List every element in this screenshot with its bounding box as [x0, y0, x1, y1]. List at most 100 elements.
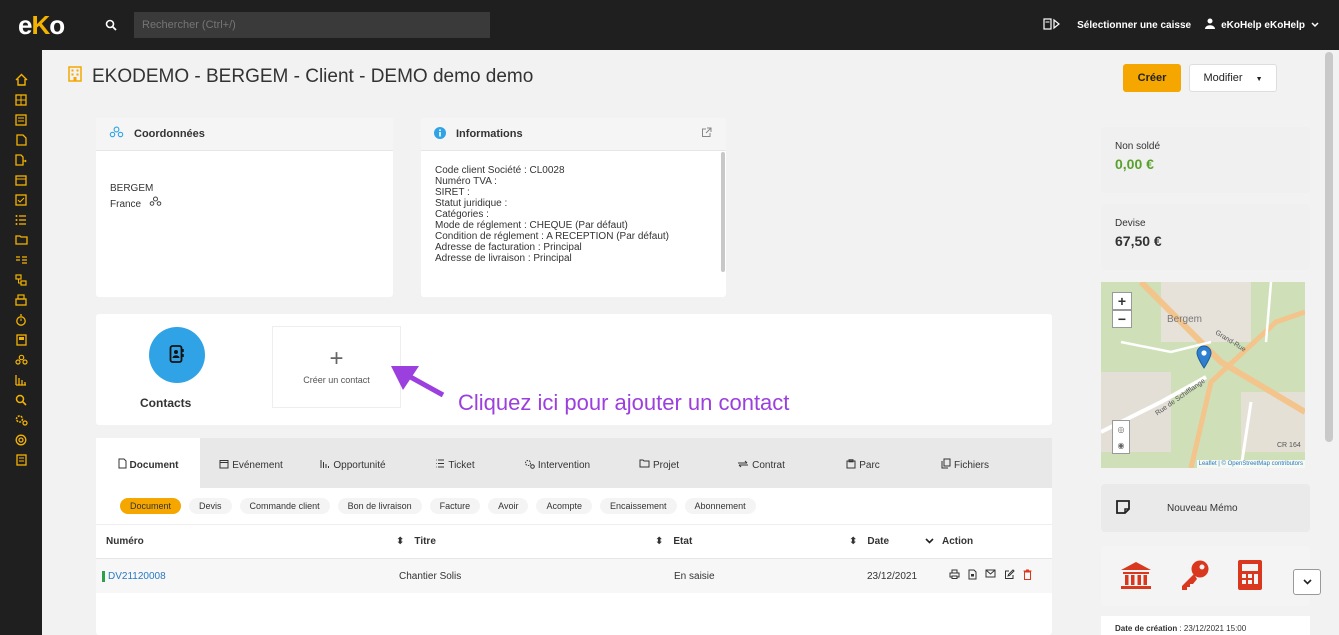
stats-icon[interactable]: [13, 372, 29, 387]
calendar-icon[interactable]: [13, 172, 29, 187]
search-icon[interactable]: [98, 12, 124, 38]
ticket-list-icon: [435, 459, 445, 471]
map-attribution[interactable]: Leaflet | © OpenStreetMap contributors: [1196, 460, 1305, 468]
table-header: Numéro ⬍ Titre ⬍ Etat ⬍ Date Action: [96, 525, 1052, 559]
devise-value: 67,50 €: [1115, 233, 1162, 249]
filter-chip[interactable]: Document: [120, 498, 182, 514]
tab-label: Contrat: [752, 459, 785, 471]
map-layer-button[interactable]: ◎ ◉: [1112, 420, 1130, 454]
info-line: Adresse de livraison : Principal: [435, 253, 726, 264]
calendar-icon: [219, 459, 229, 472]
header-action-group[interactable]: Action: [925, 536, 973, 547]
filter-chip[interactable]: Commande client: [239, 498, 330, 514]
tab-bar: Document Evénement Opportunité Ticket Interv…: [96, 438, 1052, 488]
tab-label: Fichiers: [953, 459, 989, 471]
search-sidebar-icon[interactable]: [13, 392, 29, 407]
cell-numero[interactable]: DV21120008: [102, 570, 166, 582]
filter-chip[interactable]: Acompte: [536, 498, 593, 514]
stock-icon[interactable]: [13, 292, 29, 307]
intervention-icon: [524, 459, 535, 472]
search-input[interactable]: [134, 12, 490, 38]
parc-icon: [846, 458, 856, 472]
memo-label: Nouveau Mémo: [1167, 502, 1238, 514]
tab-intervention[interactable]: Intervention: [506, 438, 608, 488]
folder-icon[interactable]: [13, 232, 29, 247]
chevron-down-icon: [1302, 576, 1312, 588]
key-icon[interactable]: [1179, 559, 1211, 594]
tab-fichiers[interactable]: Fichiers: [914, 438, 1016, 488]
page-scrollbar[interactable]: [1325, 52, 1333, 442]
filter-chip[interactable]: Devis: [189, 498, 232, 514]
email-icon[interactable]: [985, 569, 996, 583]
calculator-icon[interactable]: [1237, 559, 1263, 594]
create-button[interactable]: Créer: [1123, 64, 1181, 92]
address-book-icon: [169, 344, 185, 366]
delete-icon[interactable]: [1023, 569, 1032, 583]
dashboard-icon[interactable]: [13, 92, 29, 107]
sort-icon: ⬍: [396, 536, 405, 547]
tab-label: Opportunité: [333, 459, 386, 471]
pdf-icon[interactable]: [968, 569, 977, 583]
contacts-button[interactable]: [149, 327, 205, 383]
header-titre-group[interactable]: ⬍ Titre: [396, 536, 436, 547]
header-etat-group[interactable]: ⬍ Etat: [655, 536, 692, 547]
tab-evenement[interactable]: Evénement: [200, 438, 302, 488]
home-icon[interactable]: [13, 72, 29, 87]
info-key: Adresse de livraison: [435, 253, 526, 264]
document-icon[interactable]: [13, 132, 29, 147]
location-icon: ◉: [1117, 440, 1125, 450]
settings-icon[interactable]: [13, 412, 29, 427]
filter-chip[interactable]: Facture: [429, 498, 481, 514]
tab-document[interactable]: Document: [96, 438, 200, 488]
tab-parc[interactable]: Parc: [812, 438, 914, 488]
modify-button[interactable]: Modifier ▼: [1189, 64, 1277, 92]
external-link-icon[interactable]: [701, 127, 712, 141]
header-numero[interactable]: Numéro: [106, 536, 144, 547]
coordonnees-card: Coordonnées BERGEM France: [96, 118, 393, 297]
tab-ticket[interactable]: Ticket: [404, 438, 506, 488]
user-menu[interactable]: eKoHelp eKoHelp: [1205, 18, 1319, 32]
export-icon[interactable]: [13, 152, 29, 167]
timer-icon[interactable]: [13, 312, 29, 327]
tab-opportunite[interactable]: Opportunité: [302, 438, 404, 488]
contacts-icon[interactable]: [13, 352, 29, 367]
create-contact-button[interactable]: + Créer un contact: [272, 326, 401, 408]
map-marker-icon[interactable]: [1196, 345, 1212, 372]
eko-logo[interactable]: eKo: [0, 10, 98, 41]
filter-chip[interactable]: Abonnement: [684, 498, 756, 514]
task-icon[interactable]: [13, 192, 29, 207]
tab-label: Evénement: [232, 459, 283, 471]
select-caisse-button[interactable]: Sélectionner une caisse: [1043, 17, 1191, 33]
tab-contrat[interactable]: Contrat: [710, 438, 812, 488]
calculator-sidebar-icon[interactable]: [13, 452, 29, 467]
header-date-group[interactable]: ⬍ Date: [849, 536, 889, 547]
new-memo-button[interactable]: Nouveau Mémo: [1101, 484, 1310, 532]
info-value: : A RECEPTION (Par défaut): [538, 231, 670, 242]
location-map[interactable]: Bergem Grand-Rue Rue de Schifflange CR 1…: [1101, 282, 1305, 468]
scroll-down-button[interactable]: [1293, 569, 1321, 595]
list-icon[interactable]: [13, 112, 29, 127]
info-scrollbar[interactable]: [721, 152, 725, 272]
info-value: :: [491, 176, 497, 187]
invoice-icon[interactable]: [13, 332, 29, 347]
edit-icon[interactable]: [1004, 569, 1015, 583]
print-icon[interactable]: [949, 569, 960, 583]
project-icon[interactable]: [13, 272, 29, 287]
workflow-icon[interactable]: [13, 252, 29, 267]
table-row[interactable]: DV21120008 Chantier Solis En saisie 23/12/2…: [96, 559, 1052, 593]
zoom-out-button[interactable]: −: [1112, 310, 1132, 328]
info-key: Numéro TVA: [435, 176, 492, 187]
info-value: : CL0028: [521, 165, 565, 176]
checklist-icon[interactable]: [13, 212, 29, 227]
document-type-filter: Document Devis Commande client Bon de livra…: [96, 488, 1052, 525]
zoom-in-button[interactable]: +: [1112, 292, 1132, 310]
filter-chip[interactable]: Bon de livraison: [337, 498, 422, 514]
tab-projet[interactable]: Projet: [608, 438, 710, 488]
bank-icon[interactable]: [1119, 560, 1153, 593]
non-solde-value: 0,00 €: [1115, 156, 1154, 172]
info-line: Code client Société : CL0028: [435, 165, 726, 176]
filter-chip[interactable]: Encaissement: [600, 498, 677, 514]
map-people-icon[interactable]: [149, 196, 162, 212]
filter-chip[interactable]: Avoir: [488, 498, 529, 514]
support-icon[interactable]: [13, 432, 29, 447]
